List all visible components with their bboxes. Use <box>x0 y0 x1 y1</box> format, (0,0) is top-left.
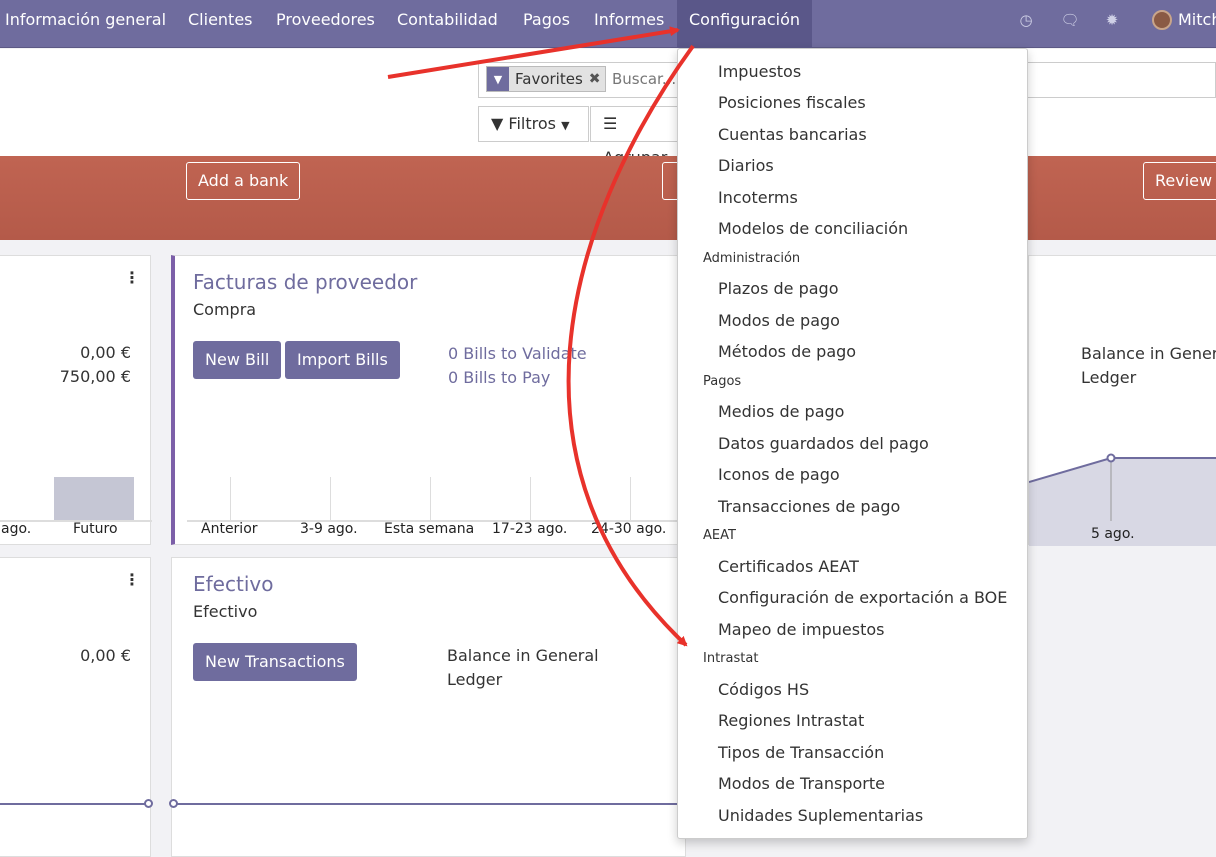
configuration-dropdown-menu: Impuestos Posiciones fiscales Cuentas ba… <box>677 48 1028 839</box>
bills-to-validate-link[interactable]: 0 Bills to Validate <box>448 344 587 363</box>
chart-tick-label: 17-23 ago. <box>492 521 568 537</box>
filter-icon: ▼ <box>487 67 509 91</box>
search-facet-favorites[interactable]: ▼ Favorites ✖ <box>486 66 606 92</box>
facet-label: Favorites <box>515 70 583 88</box>
chart-bar-future <box>54 477 134 521</box>
chart-tick-label: 3-9 ago. <box>300 521 358 537</box>
chart-gridline <box>230 477 231 521</box>
chart-line <box>0 803 149 805</box>
menu-header-aeat: AEAT <box>703 528 736 543</box>
review-button[interactable]: Review <box>1143 162 1216 200</box>
chart-point <box>1106 453 1116 463</box>
menu-item-payment-transactions[interactable]: Transacciones de pago <box>718 497 900 516</box>
nav-customers[interactable]: Clientes <box>188 0 253 48</box>
chart-tick-label: Anterior <box>201 521 258 537</box>
import-bills-button[interactable]: Import Bills <box>285 341 400 379</box>
dashboard-card-left-bottom: ⋮ 0,00 € <box>0 557 153 857</box>
menu-header-payments: Pagos <box>703 374 742 389</box>
menu-item-payment-terms[interactable]: Plazos de pago <box>718 279 839 298</box>
search-placeholder: Buscar... <box>612 70 677 88</box>
menu-item-payment-modes[interactable]: Modos de pago <box>718 311 840 330</box>
new-transactions-button[interactable]: New Transactions <box>193 643 357 681</box>
chart-gridline <box>330 477 331 521</box>
menu-item-aeat-certificates[interactable]: Certificados AEAT <box>718 557 859 576</box>
filters-label: Filtros <box>508 114 556 133</box>
chart-point <box>144 799 153 808</box>
close-icon[interactable]: ✖ <box>589 71 605 87</box>
amount-1: 0,00 € <box>80 343 131 362</box>
card-title[interactable]: Efectivo <box>193 572 273 596</box>
nav-vendors[interactable]: Proveedores <box>276 0 375 48</box>
menu-item-fiscal-positions[interactable]: Posiciones fiscales <box>718 93 866 112</box>
menu-item-boe-export-config[interactable]: Configuración de exportación a BOE <box>718 588 1007 607</box>
balance-label: Balance in General <box>1081 344 1216 363</box>
user-name[interactable]: Mitch <box>1178 0 1216 40</box>
chart-tick-label: ago. <box>1 521 32 537</box>
menu-item-transport-modes[interactable]: Modos de Transporte <box>718 774 885 793</box>
amount: 0,00 € <box>80 646 131 665</box>
chart-tick-label: Esta semana <box>384 521 475 537</box>
card-subtitle: Efectivo <box>193 602 258 621</box>
chart-tick-label: Futuro <box>73 521 118 537</box>
menu-item-taxes[interactable]: Impuestos <box>718 62 801 81</box>
kebab-icon[interactable]: ⋮ <box>124 570 140 589</box>
menu-item-reconciliation-models[interactable]: Modelos de conciliación <box>718 219 908 238</box>
menu-item-journals[interactable]: Diarios <box>718 156 774 175</box>
dashboard-card-purchases: Facturas de proveedor Compra New Bill Im… <box>171 255 687 545</box>
chart-tick-label: 5 ago. <box>1091 526 1135 542</box>
dashboard-card-left-top: ⋮ 0,00 € 750,00 € ago. Futuro <box>0 255 152 545</box>
nav-accounting[interactable]: Contabilidad <box>397 0 498 48</box>
groupby-button[interactable]: ☰ Agrupar <box>590 106 690 167</box>
menu-item-payment-icons[interactable]: Iconos de pago <box>718 465 840 484</box>
filter-icon: ▼ <box>491 114 504 133</box>
onboarding-banner <box>0 156 1216 240</box>
menu-item-payment-methods[interactable]: Métodos de pago <box>718 342 856 361</box>
balance-label: Balance in General <box>447 646 599 665</box>
chart-gridline <box>630 477 631 521</box>
menu-item-hs-codes[interactable]: Códigos HS <box>718 680 809 699</box>
card-title[interactable]: Facturas de proveedor <box>193 270 417 294</box>
chart-tick-label: 24-30 ago. <box>591 521 667 537</box>
bills-to-pay-link[interactable]: 0 Bills to Pay <box>448 368 550 387</box>
balance-label: Ledger <box>447 670 503 689</box>
card-subtitle: Compra <box>193 300 257 319</box>
filters-button[interactable]: ▼ Filtros ▼ <box>478 106 589 142</box>
dashboard-card-right-top: Balance in General Ledger 5 ago. <box>1028 255 1216 546</box>
menu-header-administration: Administración <box>703 251 801 266</box>
menu-item-bank-accounts[interactable]: Cuentas bancarias <box>718 125 867 144</box>
menu-header-intrastat: Intrastat <box>703 651 759 666</box>
menu-item-incoterms[interactable]: Incoterms <box>718 188 798 207</box>
menu-item-payment-providers[interactable]: Medios de pago <box>718 402 844 421</box>
menu-item-supplementary-units[interactable]: Unidades Suplementarias <box>718 806 923 825</box>
chart-point <box>169 799 178 808</box>
nav-reports[interactable]: Informes <box>594 0 664 48</box>
add-bank-button[interactable]: Add a bank <box>186 162 301 200</box>
new-bill-button[interactable]: New Bill <box>193 341 282 379</box>
bug-icon[interactable]: ✹ <box>1102 10 1122 30</box>
chart-line <box>174 803 684 805</box>
kebab-icon[interactable]: ⋮ <box>124 268 140 287</box>
menu-item-saved-payment-data[interactable]: Datos guardados del pago <box>718 434 929 453</box>
top-navbar: Información general Clientes Proveedores… <box>0 0 1216 48</box>
nav-overview[interactable]: Información general <box>5 0 166 48</box>
chart-gridline <box>530 477 531 521</box>
amount-2: 750,00 € <box>59 367 131 386</box>
caret-down-icon: ▼ <box>561 119 570 132</box>
dashboard-card-cash: Efectivo Efectivo New Transactions Balan… <box>169 557 686 857</box>
clock-icon[interactable]: ◷ <box>1016 10 1036 30</box>
menu-item-transaction-types[interactable]: Tipos de Transacción <box>718 743 884 762</box>
list-icon: ☰ <box>603 114 618 133</box>
chart-gridline <box>430 477 431 521</box>
chat-icon[interactable]: 🗨 <box>1060 10 1080 30</box>
balance-label: Ledger <box>1081 368 1137 387</box>
nav-payments[interactable]: Pagos <box>523 0 570 48</box>
nav-configuration[interactable]: Configuración <box>677 0 813 48</box>
avatar[interactable] <box>1152 10 1172 30</box>
menu-item-tax-mapping[interactable]: Mapeo de impuestos <box>718 620 884 639</box>
menu-item-intrastat-regions[interactable]: Regiones Intrastat <box>718 711 864 730</box>
